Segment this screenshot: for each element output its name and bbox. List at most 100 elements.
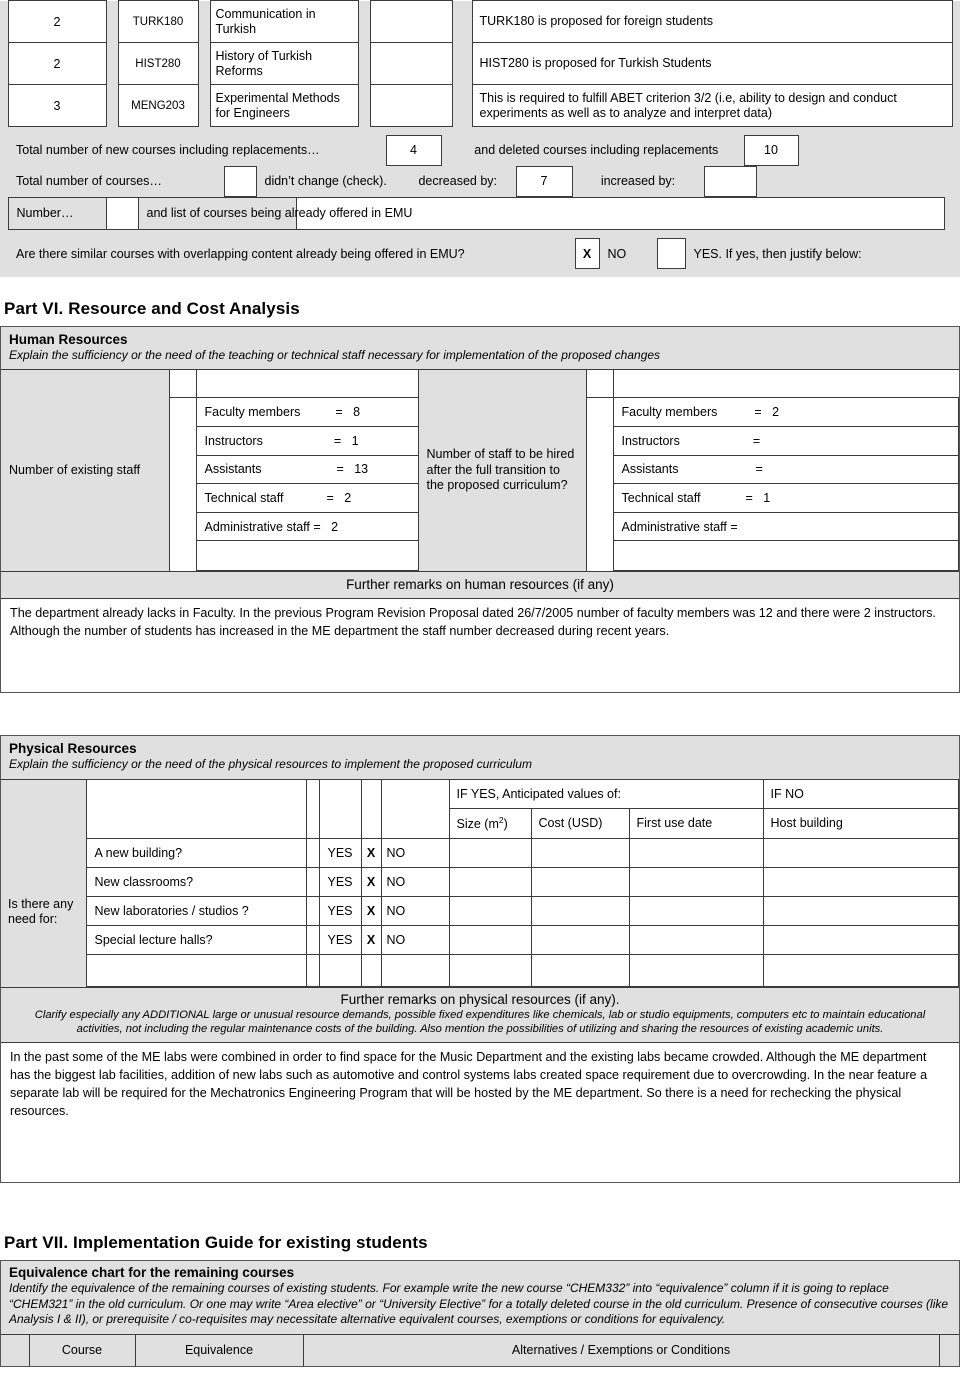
- spacer-narrow: [169, 397, 182, 427]
- existing-blank-bottom[interactable]: [195, 540, 419, 572]
- need-host-value[interactable]: [762, 837, 960, 868]
- physical-remarks-subtitle: Clarify especially any ADDITIONAL large …: [34, 1008, 926, 1036]
- need-yes-label[interactable]: YES: [318, 866, 362, 897]
- mark-col-blank: [361, 779, 382, 839]
- eq: =: [754, 405, 762, 420]
- spacer-narrow: [586, 540, 599, 571]
- spacer-narrow: [586, 369, 599, 398]
- value[interactable]: 8: [353, 405, 360, 419]
- need-host-value[interactable]: [762, 924, 960, 955]
- row-edge-left: [0, 238, 8, 269]
- deleted-courses-count-value[interactable]: 10: [743, 134, 799, 166]
- need-size-value[interactable]: [448, 895, 532, 926]
- course-extra-blank[interactable]: [369, 0, 453, 43]
- course-name: Communication in Turkish: [209, 0, 359, 43]
- need-yes-label[interactable]: YES: [318, 924, 362, 955]
- already-offered-row: Number… and list of courses being alread…: [0, 196, 960, 230]
- increased-by-value[interactable]: [703, 165, 757, 197]
- table-row: 3 MENG203 Experimental Methods for Engin…: [0, 84, 960, 127]
- spacer-narrow: [599, 512, 614, 541]
- need-firstuse-value[interactable]: [628, 895, 764, 926]
- hire-blank-bottom[interactable]: [612, 540, 959, 572]
- table-row-spacer: [0, 229, 960, 238]
- need-question: New laboratories / studios ?: [85, 895, 307, 926]
- need-size-value[interactable]: [448, 837, 532, 868]
- label: Assistants: [621, 462, 679, 477]
- need-cost-value[interactable]: [530, 895, 630, 926]
- eq: =: [745, 491, 753, 506]
- row-edge-right: [952, 42, 960, 85]
- row-edge-left: [0, 84, 8, 127]
- need-no-label[interactable]: [380, 953, 450, 987]
- need-firstuse-value[interactable]: [628, 866, 764, 897]
- cell-gap: [106, 42, 118, 85]
- existing-assistants: Assistants = 13: [195, 454, 419, 485]
- need-no-label[interactable]: NO: [380, 895, 450, 926]
- spacer-narrow: [305, 895, 320, 926]
- need-no-label[interactable]: NO: [380, 837, 450, 868]
- need-cost-value[interactable]: [530, 953, 630, 987]
- label: Faculty members: [204, 405, 301, 420]
- human-remarks-text[interactable]: The department already lacks in Faculty.…: [1, 598, 959, 693]
- value[interactable]: 1: [763, 491, 770, 505]
- overlap-no-checkbox[interactable]: X: [574, 238, 600, 269]
- overlap-yes-label: YES. If yes, then justify below:: [685, 238, 952, 269]
- new-courses-count-value[interactable]: 4: [385, 134, 442, 166]
- need-mark[interactable]: X: [360, 837, 382, 868]
- no-change-checkbox[interactable]: [223, 165, 257, 197]
- need-size-value[interactable]: [448, 866, 532, 897]
- value[interactable]: 2: [344, 491, 351, 505]
- section-gap: [0, 229, 960, 238]
- physical-remarks-text[interactable]: In the past some of the ME labs were com…: [1, 1042, 959, 1183]
- need-question[interactable]: [85, 953, 307, 987]
- spacer-narrow: [599, 426, 614, 456]
- spacer-narrow: [305, 837, 320, 868]
- need-firstuse-value[interactable]: [628, 837, 764, 868]
- need-size-value[interactable]: [448, 924, 532, 955]
- value[interactable]: 2: [772, 405, 779, 419]
- need-firstuse-value[interactable]: [628, 953, 764, 987]
- need-size-value[interactable]: [448, 953, 532, 987]
- spacer-narrow: [182, 483, 197, 513]
- value[interactable]: 1: [352, 434, 359, 448]
- staff-header-row: Number of existing staff Number of staff…: [1, 369, 959, 571]
- course-extra-blank[interactable]: [369, 84, 453, 127]
- cell-gap: [106, 84, 118, 127]
- need-yes-label[interactable]: YES: [318, 895, 362, 926]
- need-mark[interactable]: [360, 953, 382, 987]
- need-yes-label[interactable]: [318, 953, 362, 987]
- value[interactable]: 13: [354, 462, 368, 476]
- need-label: Is there any need for:: [1, 838, 87, 987]
- value[interactable]: 2: [331, 520, 338, 534]
- column-header-equivalence: Equivalence: [135, 1334, 304, 1366]
- need-host-value[interactable]: [762, 953, 960, 987]
- need-cost-value[interactable]: [530, 866, 630, 897]
- need-mark[interactable]: X: [360, 924, 382, 955]
- number-value[interactable]: [105, 196, 139, 230]
- need-mark[interactable]: X: [360, 866, 382, 897]
- need-firstuse-value[interactable]: [628, 924, 764, 955]
- course-extra-blank[interactable]: [369, 42, 453, 85]
- existing-administrative-staff: Administrative staff = 2: [195, 511, 419, 542]
- need-host-value[interactable]: [762, 866, 960, 897]
- course-name: History of Turkish Reforms: [209, 42, 359, 85]
- existing-instructors: Instructors = 1: [195, 426, 419, 456]
- need-no-label[interactable]: NO: [380, 924, 450, 955]
- need-mark[interactable]: X: [360, 895, 382, 926]
- human-resources-section: Human Resources Explain the sufficiency …: [0, 325, 960, 694]
- hire-technical-staff: Technical staff = 1: [612, 483, 959, 513]
- no-change-label: didn’t change (check).: [256, 166, 400, 196]
- row-trailing: [798, 135, 952, 165]
- physical-resources-band: Physical Resources Explain the sufficien…: [1, 736, 959, 779]
- need-no-label[interactable]: NO: [380, 866, 450, 897]
- need-cost-value[interactable]: [530, 924, 630, 955]
- decreased-by-value[interactable]: 7: [515, 165, 573, 197]
- need-yes-label[interactable]: YES: [318, 837, 362, 868]
- hire-faculty-members: Faculty members = 2: [612, 397, 959, 428]
- overlap-question-table: Are there similar courses with overlappi…: [0, 238, 960, 277]
- need-host-value[interactable]: [762, 895, 960, 926]
- overlap-yes-checkbox[interactable]: [656, 238, 686, 269]
- cell-gap: [358, 42, 370, 85]
- new-courses-section: 2 TURK180 Communication in Turkish TURK1…: [0, 0, 960, 135]
- need-cost-value[interactable]: [530, 837, 630, 868]
